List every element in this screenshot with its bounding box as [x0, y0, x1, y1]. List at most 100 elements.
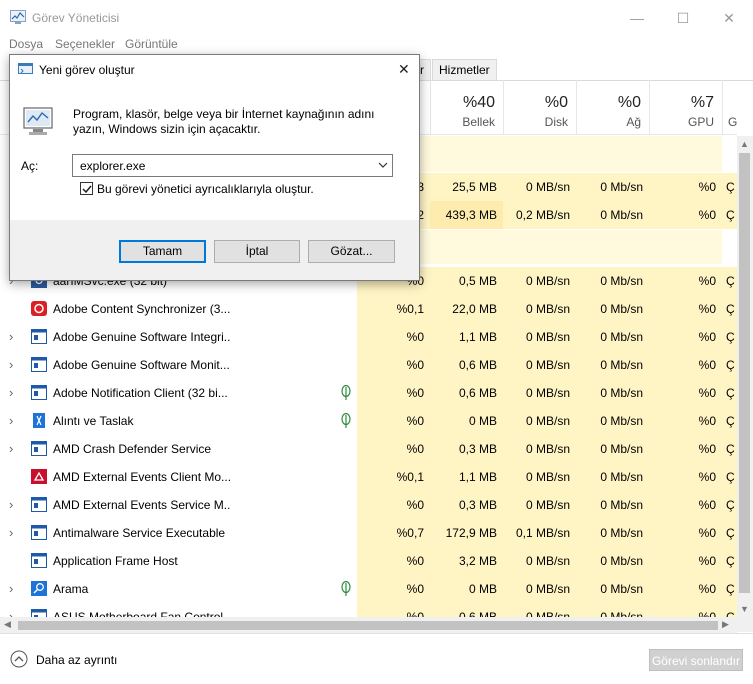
process-name: Application Frame Host	[53, 554, 178, 568]
expand-chevron-icon[interactable]: ›	[9, 497, 19, 512]
run-program-icon	[23, 107, 53, 135]
app-window-icon	[31, 497, 47, 512]
network-cell: 0 Mb/sn	[576, 323, 649, 351]
process-name: Arama	[53, 582, 89, 596]
menu-file[interactable]: Dosya	[9, 37, 43, 51]
expand-chevron-icon[interactable]: ›	[9, 357, 19, 372]
process-name: Adobe Content Synchronizer (3...	[53, 302, 231, 316]
column-gpu-pct: %7	[690, 94, 714, 111]
process-name: Adobe Genuine Software Integri...	[53, 330, 231, 344]
memory-cell: 0,3 MB	[430, 435, 503, 463]
maximize-button[interactable]: ☐	[660, 4, 706, 32]
browse-button[interactable]: Gözat...	[308, 240, 395, 263]
table-row[interactable]: › Alıntı ve Taslak %0 0 MB 0 MB/sn 0 Mb/sn %0 Ç	[0, 407, 737, 435]
network-cell: 0 Mb/sn	[576, 435, 649, 463]
column-memory[interactable]: %40 Bellek	[430, 80, 503, 134]
app-window-icon	[31, 553, 47, 568]
memory-cell: 1,1 MB	[430, 463, 503, 491]
scroll-right-icon[interactable]: ▶	[722, 619, 729, 630]
less-details-link[interactable]: Daha az ayrıntı	[36, 653, 117, 667]
expand-chevron-icon[interactable]: ›	[9, 329, 19, 344]
gpu-cell: %0	[649, 463, 722, 491]
end-task-button[interactable]: Görevi sonlandır	[649, 649, 743, 671]
gpu-cell: %0	[649, 547, 722, 575]
cpu-cell: %0	[357, 323, 430, 351]
network-cell: 0 Mb/sn	[576, 379, 649, 407]
dialog-title: Yeni görev oluştur	[39, 63, 135, 77]
network-cell: 0 Mb/sn	[576, 407, 649, 435]
table-row[interactable]: › Antimalware Service Executable %0,7 172,9…	[0, 519, 737, 547]
expand-chevron-icon[interactable]: ›	[9, 441, 19, 456]
gpu-cell: %0	[649, 323, 722, 351]
cpu-cell: %0,1	[357, 295, 430, 323]
table-row[interactable]: › AMD Crash Defender Service %0 0,3 MB 0 MB/…	[0, 435, 737, 463]
cpu-cell: %0	[357, 491, 430, 519]
horizontal-scroll-thumb[interactable]	[18, 621, 718, 630]
cpu-cell: %0	[357, 407, 430, 435]
table-row[interactable]: › Adobe Notification Client (32 bi... %0 0,…	[0, 379, 737, 407]
network-cell: 0 Mb/sn	[576, 267, 649, 295]
table-row[interactable]: Adobe Content Synchronizer (3... %0,1 22,0…	[0, 295, 737, 323]
column-disk[interactable]: %0 Disk	[503, 80, 576, 134]
process-name: AMD Crash Defender Service	[53, 442, 212, 456]
admin-checkbox-label[interactable]: Bu görevi yönetici ayrıcalıklarıyla oluş…	[97, 182, 314, 196]
table-row[interactable]: › Adobe Genuine Software Integri... %0 1,1 …	[0, 323, 737, 351]
process-name: Alıntı ve Taslak	[53, 414, 134, 428]
table-row[interactable]: Application Frame Host %0 3,2 MB 0 MB/sn 0 M…	[0, 547, 737, 575]
power-cell: Ç	[722, 435, 737, 463]
memory-cell: 0,6 MB	[430, 379, 503, 407]
column-disk-name: Disk	[544, 115, 568, 129]
vertical-scroll-thumb[interactable]	[739, 153, 750, 593]
efficiency-leaf-icon	[341, 385, 351, 400]
process-name: Adobe Notification Client (32 bi...	[53, 386, 228, 400]
app-window-icon	[31, 525, 47, 540]
disk-cell: 0 MB/sn	[503, 575, 576, 603]
column-network-pct: %0	[617, 94, 641, 111]
power-cell: Ç	[722, 519, 737, 547]
disk-cell: 0 MB/sn	[503, 379, 576, 407]
power-cell: Ç	[722, 173, 737, 201]
memory-cell: 3,2 MB	[430, 547, 503, 575]
expand-chevron-icon[interactable]: ›	[9, 413, 19, 428]
collapse-details-icon[interactable]	[10, 650, 28, 668]
open-label: Aç:	[21, 159, 39, 173]
memory-cell: 0,5 MB	[430, 267, 503, 295]
expand-chevron-icon[interactable]: ›	[9, 385, 19, 400]
table-row[interactable]: › AMD External Events Service M... %0 0,3 M…	[0, 491, 737, 519]
table-row[interactable]: AMD External Events Client Mo... %0,1 1,1 …	[0, 463, 737, 491]
minimize-button[interactable]: —	[614, 4, 660, 32]
table-row[interactable]: › Adobe Genuine Software Monit... %0 0,6 MB…	[0, 351, 737, 379]
gpu-cell: %0	[649, 351, 722, 379]
efficiency-leaf-icon	[341, 581, 351, 596]
dialog-close-button[interactable]: ✕	[398, 61, 410, 78]
power-cell: Ç	[722, 201, 737, 229]
adobe-cc-icon	[31, 301, 47, 316]
tab-services[interactable]: Hizmetler	[432, 59, 497, 80]
power-cell: Ç	[722, 407, 737, 435]
menu-options[interactable]: Seçenekler	[55, 37, 115, 51]
power-cell: Ç	[722, 547, 737, 575]
power-cell: Ç	[722, 351, 737, 379]
gpu-cell: %0	[649, 201, 722, 229]
cpu-cell: %0,1	[357, 463, 430, 491]
dialog-content	[10, 85, 419, 220]
expand-chevron-icon[interactable]: ›	[9, 525, 19, 540]
scroll-up-icon[interactable]: ▲	[740, 139, 749, 149]
open-input[interactable]: explorer.exe	[80, 159, 145, 173]
column-power[interactable]: Güç	[722, 80, 737, 134]
expand-chevron-icon[interactable]: ›	[9, 581, 19, 596]
admin-checkbox[interactable]	[80, 182, 93, 195]
ok-button[interactable]: Tamam	[119, 240, 206, 263]
menu-view[interactable]: Görüntüle	[125, 37, 178, 51]
network-cell: 0 Mb/sn	[576, 547, 649, 575]
cancel-button[interactable]: İptal	[214, 240, 300, 263]
close-button[interactable]: ✕	[706, 4, 752, 32]
column-network[interactable]: %0 Ağ	[576, 80, 649, 134]
scroll-down-icon[interactable]: ▼	[740, 604, 749, 614]
chevron-down-icon[interactable]	[378, 161, 388, 169]
app-window-icon	[31, 357, 47, 372]
column-gpu[interactable]: %7 GPU	[649, 80, 722, 134]
table-row[interactable]: › Arama %0 0 MB 0 MB/sn 0 Mb/sn %0 Ç	[0, 575, 737, 603]
open-combobox[interactable]: explorer.exe	[72, 154, 393, 177]
scroll-left-icon[interactable]: ◀	[4, 619, 11, 630]
